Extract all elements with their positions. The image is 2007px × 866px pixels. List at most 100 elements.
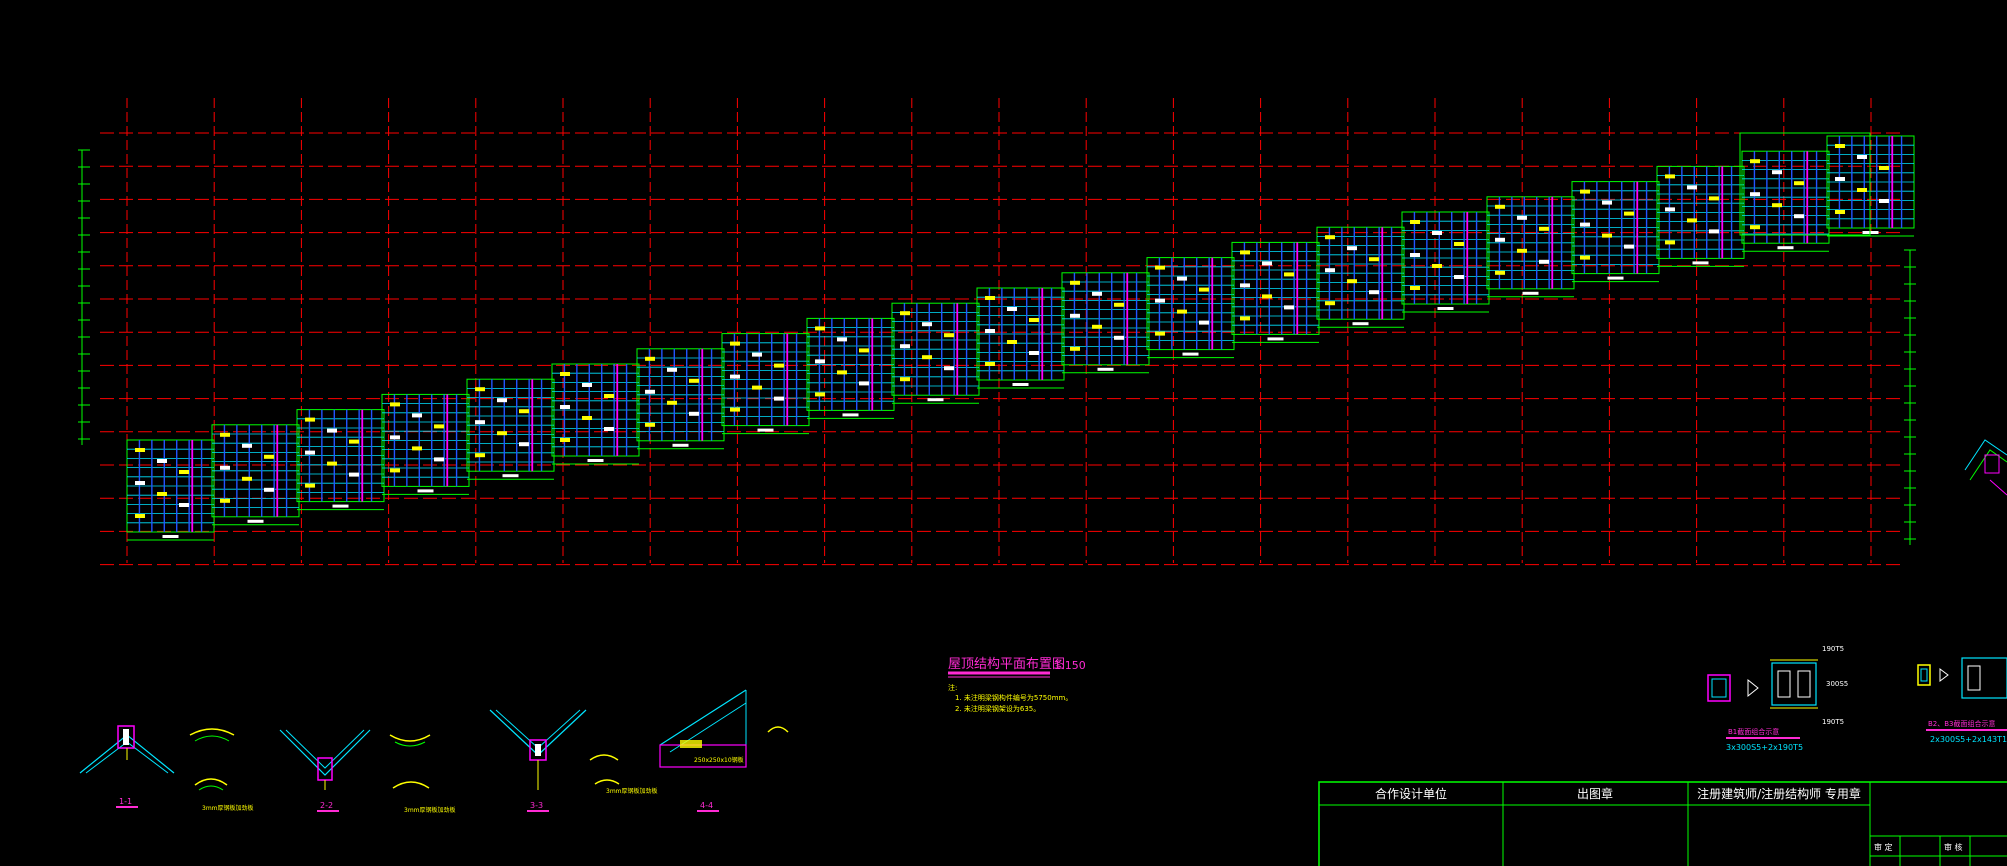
b1-dim-bottom: 190T5 (1822, 718, 1844, 726)
member-tag (1284, 305, 1294, 310)
member-tag (220, 432, 230, 437)
member-tag (1325, 268, 1335, 273)
member-tag (1539, 259, 1549, 264)
title-block-header-2: 出图章 (1577, 786, 1613, 801)
member-tag (752, 352, 762, 357)
member-tag (837, 370, 847, 375)
member-tag (434, 424, 444, 429)
member-tag (1687, 185, 1697, 190)
member-tag (135, 514, 145, 518)
member-tag (1155, 331, 1165, 336)
member-tag (1879, 199, 1889, 203)
b1-spec: 3x300S5+2x190T5 (1726, 743, 1803, 752)
member-tag (220, 465, 230, 470)
member-tag (1517, 215, 1527, 220)
member-tag (1624, 244, 1634, 249)
b1-title: B1截面组合示意 (1728, 727, 1779, 736)
member-tag (582, 383, 592, 387)
member-tag (1454, 275, 1464, 279)
member-tag (497, 431, 507, 436)
member-tag (944, 333, 954, 338)
member-tag (349, 439, 359, 444)
section-4-tag: 4-4 (700, 801, 713, 810)
member-tag (922, 355, 932, 360)
member-tag (1495, 237, 1505, 242)
member-tag (1155, 298, 1165, 303)
member-tag (689, 411, 699, 416)
bay-dimension-text (757, 428, 774, 432)
member-tag (264, 454, 274, 459)
member-tag (774, 396, 784, 401)
member-tag (1092, 324, 1102, 329)
member-tag (1857, 155, 1867, 159)
member-tag (1750, 159, 1760, 164)
member-tag (1347, 246, 1357, 251)
section-1-tag: 1-1 (119, 797, 132, 806)
member-tag (1750, 225, 1760, 230)
member-tag (1495, 270, 1505, 275)
bay-dimension-text (1012, 383, 1029, 386)
member-tag (1709, 229, 1719, 234)
bay-dimension-text (162, 535, 179, 538)
bay-dimension-text (1267, 337, 1284, 341)
member-tag (1857, 188, 1867, 192)
bay-dimension-text (1522, 291, 1539, 295)
bay-dimension-text (417, 489, 434, 493)
member-tag (900, 377, 910, 382)
member-tag (604, 394, 614, 398)
bay-dimension-text (1437, 307, 1454, 310)
member-tag (1835, 210, 1845, 214)
member-tag (859, 348, 869, 353)
member-tag (900, 311, 910, 316)
member-tag (560, 438, 570, 442)
member-tag (1240, 316, 1250, 321)
member-tag (1665, 174, 1675, 179)
member-tag (837, 337, 847, 342)
member-tag (1410, 220, 1420, 224)
member-tag (1114, 335, 1124, 340)
notes-heading: 注: (948, 683, 957, 692)
member-tag (730, 341, 740, 346)
member-tag (497, 398, 507, 403)
member-tag (1369, 257, 1379, 262)
bay-dimension-text (587, 459, 604, 462)
section-2-note: 3mm厚钢板加劲板 (404, 806, 456, 814)
bay-dimension-text (247, 519, 264, 523)
member-tag (135, 448, 145, 452)
member-tag (220, 498, 230, 503)
bay-dimension-text (332, 504, 349, 508)
member-tag (135, 481, 145, 485)
member-tag (1325, 301, 1335, 306)
title-block-stamp-2: 审 核 (1944, 842, 1963, 852)
member-tag (900, 344, 910, 349)
note-1: 1. 未注明梁钢构件编号为5750mm。 (955, 693, 1072, 702)
section-1-note: 3mm厚钢板加劲板 (202, 804, 254, 812)
member-tag (1177, 276, 1187, 281)
member-tag (730, 374, 740, 379)
member-tag (1177, 309, 1187, 314)
member-tag (1029, 351, 1039, 355)
bay-dimension-text (1097, 367, 1114, 371)
bay-dimension-text (502, 474, 519, 478)
member-tag (179, 470, 189, 474)
member-tag (519, 442, 529, 447)
member-tag (1602, 200, 1612, 205)
member-tag (1835, 177, 1845, 181)
member-tag (859, 381, 869, 386)
member-tag (1325, 235, 1335, 240)
member-tag (582, 416, 592, 420)
member-tag (774, 363, 784, 368)
member-tag (689, 378, 699, 383)
member-tag (667, 400, 677, 405)
bay-dimension-text (1607, 276, 1624, 280)
title-block-header-1: 合作设计单位 (1375, 786, 1447, 801)
member-tag (390, 402, 400, 407)
member-tag (1007, 340, 1017, 344)
member-tag (1772, 203, 1782, 208)
section-3-tag: 3-3 (530, 801, 543, 810)
member-tag (519, 409, 529, 414)
member-tag (752, 385, 762, 390)
member-tag (1580, 222, 1590, 227)
member-tag (1517, 248, 1527, 253)
member-tag (1794, 181, 1804, 186)
